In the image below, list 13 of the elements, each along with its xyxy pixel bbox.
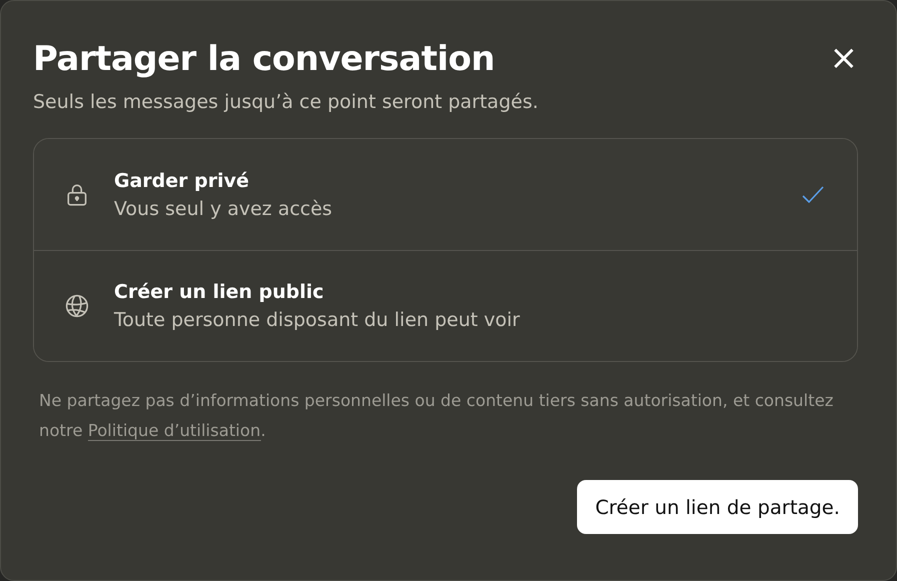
globe-icon bbox=[64, 293, 90, 319]
option-description: Vous seul y avez accès bbox=[114, 198, 334, 220]
dialog-title: Partager la conversation bbox=[33, 38, 495, 81]
check-icon bbox=[801, 184, 825, 204]
option-title: Créer un lien public bbox=[114, 281, 325, 303]
visibility-option[interactable]: Créer un lien public Toute personne disposant du lien peut voir bbox=[34, 250, 857, 361]
option-title: Garder privé bbox=[114, 170, 250, 192]
usage-policy-link[interactable]: Politique d’utilisation bbox=[88, 421, 261, 441]
privacy-notice: Ne partagez pas d’informations personnelles ou de contenu tiers sans autorisation, et consultez notre Politique d’utilisation. bbox=[39, 390, 834, 443]
close-button[interactable]: × bbox=[830, 43, 858, 73]
dialog-subtitle: Seuls les messages jusqu’à ce point seront partagés. bbox=[33, 91, 540, 113]
option-description: Toute personne disposant du lien peut voir bbox=[114, 309, 521, 331]
create-share-link-button[interactable]: Créer un lien de partage. bbox=[577, 480, 858, 534]
